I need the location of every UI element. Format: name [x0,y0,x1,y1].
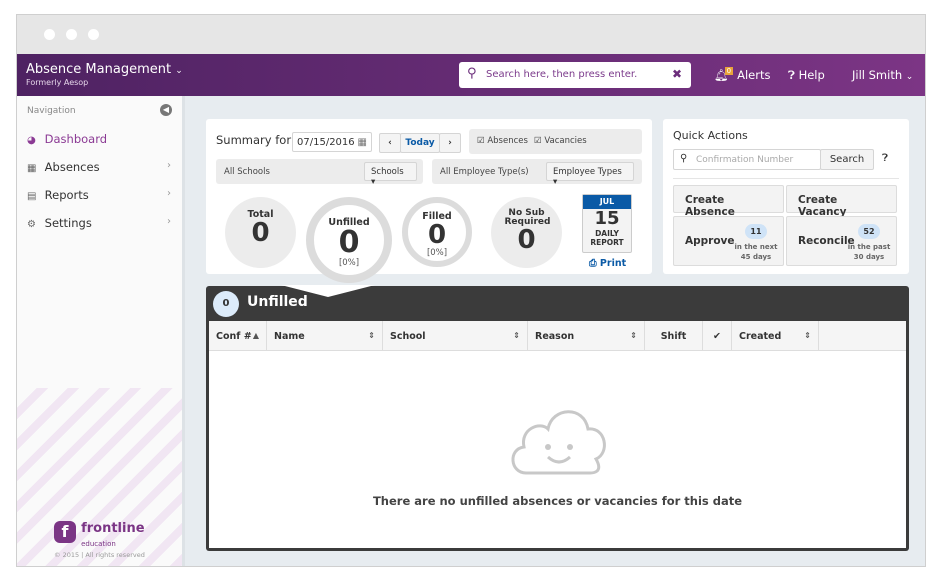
employee-types-dropdown[interactable]: Employee Types ▾ [546,162,634,187]
quick-actions-title: Quick Actions [673,129,748,142]
dashboard-icon: ◕ [27,135,36,146]
summary-card: Summary for: 07/15/2016 ▦ ‹ Today › ☑ Abs… [206,119,652,283]
collapse-sidebar-icon[interactable]: ◀ [160,104,172,116]
chevron-right-icon: › [167,160,171,171]
summary-label: Summary for: [216,133,295,147]
unfilled-count-badge: 0 [213,291,239,317]
schools-filter: All Schools Schools ▾ [216,159,423,187]
sort-asc-icon: ▲ [252,331,259,340]
print-link[interactable]: ⎙ Print [589,258,626,269]
copyright: © 2015 | All rights reserved [54,551,145,559]
search-icon: ⚲ [680,153,688,164]
help-button[interactable]: ❓︎ Help [788,68,825,83]
daily-report-button[interactable]: JUL 15 DAILY REPORT [582,194,632,253]
sort-icon: ⇕ [804,331,811,340]
vacancies-checkbox[interactable]: ☑ Vacancies [534,136,587,146]
chevron-right-icon: › [167,188,171,199]
help-icon: ❓︎ [788,68,795,82]
column-created[interactable]: Created ⇕ [732,321,819,351]
chevron-right-icon: › [167,216,171,227]
create-vacancy-button[interactable]: Create Vacancy [786,185,897,218]
sort-icon: ⇕ [630,331,637,340]
sidebar-item-absences[interactable]: ▦ Absences › [27,160,177,174]
prev-day-button[interactable]: ‹ [379,133,401,153]
help-icon[interactable]: ❓︎ [882,153,888,164]
window-titlebar [17,15,925,54]
approve-button[interactable]: Approve 11 in the next 45 days [673,216,784,266]
stat-total[interactable]: Total 0 [225,197,296,268]
absences-checkbox[interactable]: ☑ Absences [477,136,528,146]
schools-dropdown[interactable]: Schools ▾ [364,162,417,187]
unfilled-panel: 0 Unfilled Conf # ▲ Name ⇕ School ⇕ Reason ⇕… [206,285,909,551]
column-school[interactable]: School ⇕ [383,321,528,351]
frontline-logo: f frontline education [54,521,145,550]
window-max-dot[interactable] [88,29,99,40]
table-body: There are no unfilled absences or vacanc… [209,351,906,548]
nav-heading: Navigation [27,106,76,116]
stat-unfilled[interactable]: Unfilled 0 [0%] [306,197,392,283]
create-absence-button[interactable]: Create Absence [673,185,784,218]
app-switcher[interactable]: Absence Management ⌄ [26,62,183,77]
sort-icon: ⇕ [513,331,520,340]
sidebar-item-reports[interactable]: ▤ Reports › [27,188,177,202]
confirmation-search-button[interactable]: Search [820,149,874,170]
quick-actions-card: Quick Actions ⚲ Confirmation Number Searc… [663,119,909,274]
sidebar: Navigation ◀ ◕ Dashboard ▦ Absences › ▤ R… [17,96,185,566]
table-header: Conf # ▲ Name ⇕ School ⇕ Reason ⇕ Shift ✔ Cr… [209,321,906,351]
reconcile-button[interactable]: Reconcile 52 in the past 30 days [786,216,897,266]
calendar-icon: ▦ [27,163,37,174]
browser-window: Absence Management ⌄ Formerly Aesop ⚲ Se… [16,14,926,567]
window-close-dot[interactable] [44,29,55,40]
column-conf[interactable]: Conf # ▲ [209,321,267,351]
user-menu[interactable]: Jill Smith ⌄ [852,68,913,82]
sort-icon: ⇕ [368,331,375,340]
column-reason[interactable]: Reason ⇕ [528,321,645,351]
next-day-button[interactable]: › [439,133,461,153]
approve-count-badge: 11 [745,224,767,239]
printer-icon: ⎙ [589,258,597,269]
alerts-badge: 0 [724,67,734,75]
column-shift[interactable]: Shift [645,321,703,351]
alerts-button[interactable]: 🔔︎0 Alerts [714,67,770,82]
stat-filled[interactable]: Filled 0 [0%] [402,197,472,267]
type-filter: ☑ Absences ☑ Vacancies [469,129,642,154]
window-min-dot[interactable] [66,29,77,40]
date-input[interactable]: 07/15/2016 ▦ [292,132,372,152]
column-name[interactable]: Name ⇕ [267,321,383,351]
confirmation-number-input[interactable]: ⚲ Confirmation Number [673,149,821,170]
search-input[interactable]: Search here, then press enter. [486,69,637,80]
sidebar-item-settings[interactable]: ⚙ Settings › [27,216,177,230]
app-subtitle: Formerly Aesop [26,78,89,87]
panel-title: Unfilled [247,294,308,310]
global-search[interactable]: ⚲ Search here, then press enter. ✖ [459,62,691,88]
stat-no-sub-required[interactable]: No Sub Required 0 [491,197,562,268]
column-check[interactable]: ✔ [703,321,732,351]
sidebar-item-dashboard[interactable]: ◕ Dashboard [27,132,177,146]
smiling-cloud-icon [511,410,606,475]
employee-type-filter: All Employee Type(s) Employee Types ▾ [432,159,642,187]
chart-icon: ▤ [27,191,37,202]
calendar-icon: ▦ [357,137,367,148]
gear-icon: ⚙ [27,219,36,230]
reconcile-count-badge: 52 [858,224,880,239]
top-header: Absence Management ⌄ Formerly Aesop ⚲ Se… [17,54,925,96]
checkmark-icon: ✔ [713,331,721,342]
clear-icon[interactable]: ✖ [672,67,682,81]
empty-state-message: There are no unfilled absences or vacanc… [372,494,743,508]
search-icon: ⚲ [467,66,477,81]
today-button[interactable]: Today [400,133,440,153]
